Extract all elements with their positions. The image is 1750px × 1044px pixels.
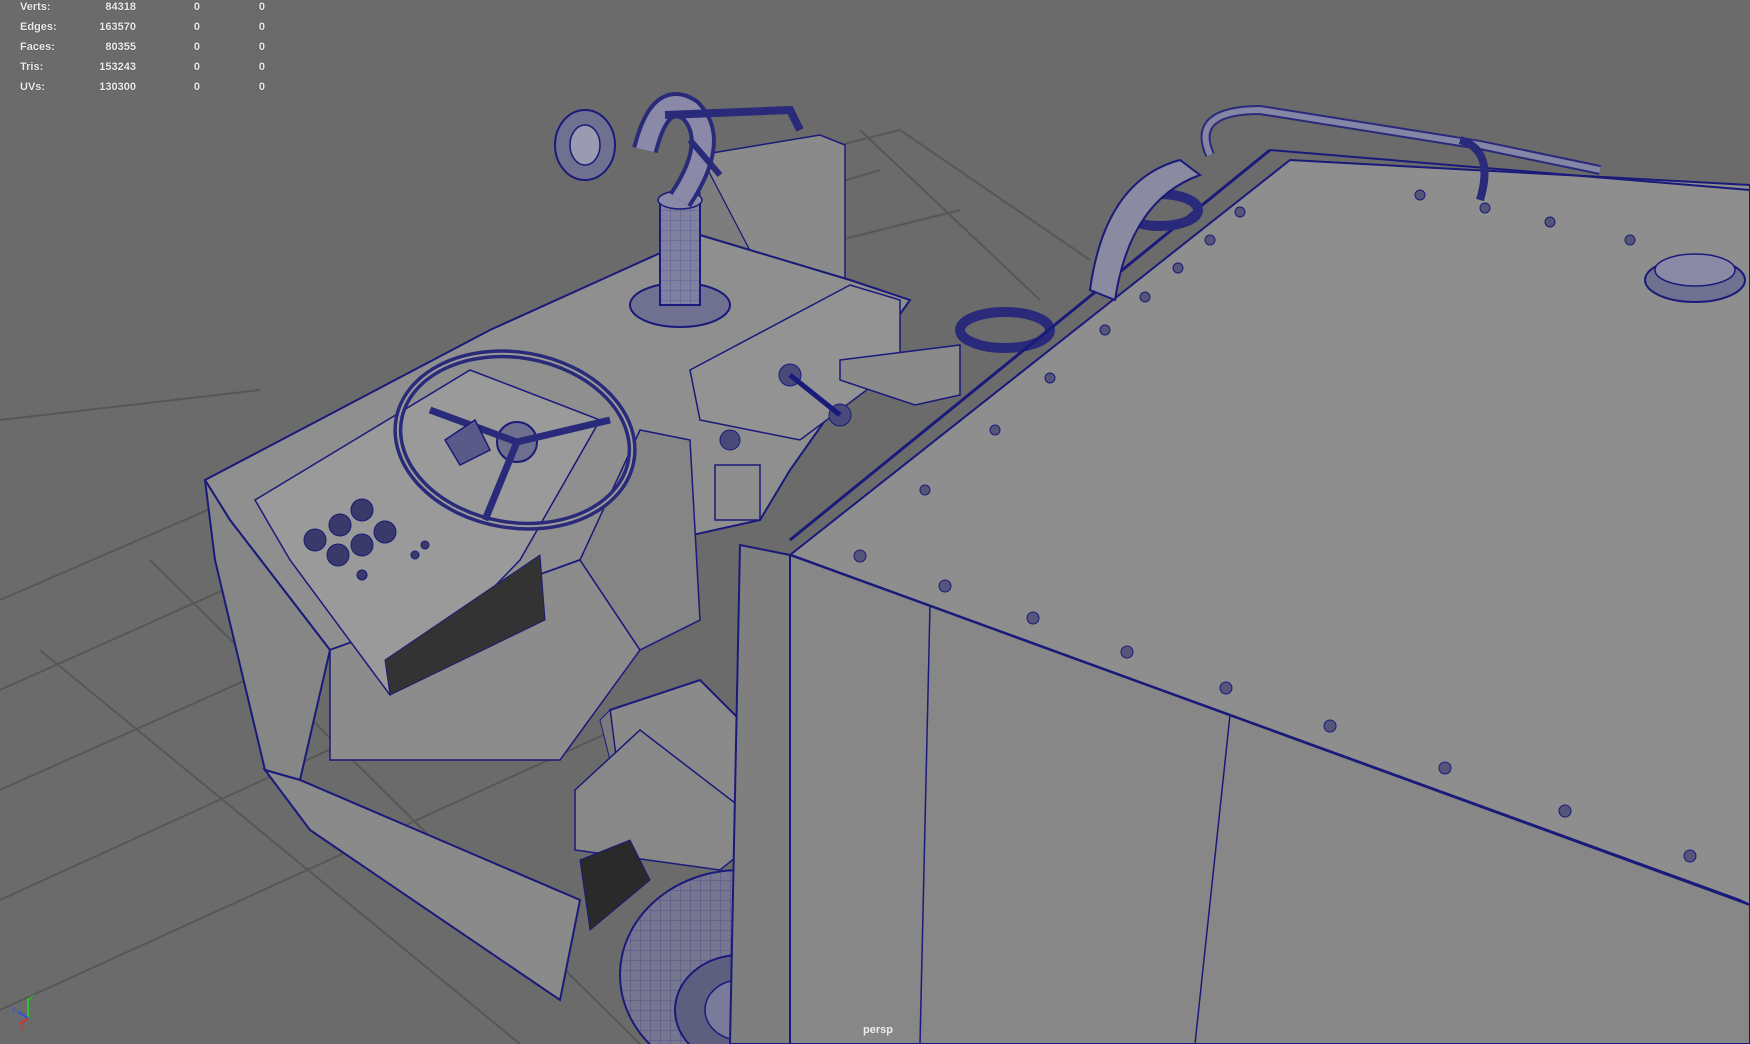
- hud-value: 0: [258, 81, 265, 93]
- hud-row-verts: Verts: 84318 0 0: [0, 0, 300, 20]
- camera-label: persp: [863, 1024, 893, 1036]
- hud-row-tris: Tris: 153243 0 0: [0, 60, 300, 80]
- poly-count-hud: Verts: 84318 0 0 Edges: 163570 0 0 Faces…: [0, 0, 300, 100]
- hud-value: 0: [258, 41, 265, 53]
- hud-value: 0: [258, 21, 265, 33]
- axis-y-label: y: [29, 992, 33, 1001]
- hud-row-edges: Edges: 163570 0 0: [0, 20, 300, 40]
- axis-x-label: x: [20, 1023, 24, 1030]
- hud-value: 0: [258, 61, 265, 73]
- hud-value: 0: [258, 1, 265, 13]
- 3d-viewport[interactable]: Verts: 84318 0 0 Edges: 163570 0 0 Faces…: [0, 0, 1750, 1044]
- perspective-scene[interactable]: [0, 0, 1750, 1044]
- hud-row-faces: Faces: 80355 0 0: [0, 40, 300, 60]
- axis-gizmo-icon: y x z: [12, 992, 33, 1030]
- axis-z-label: z: [12, 1005, 16, 1014]
- hud-row-uvs: UVs: 130300 0 0: [0, 80, 300, 100]
